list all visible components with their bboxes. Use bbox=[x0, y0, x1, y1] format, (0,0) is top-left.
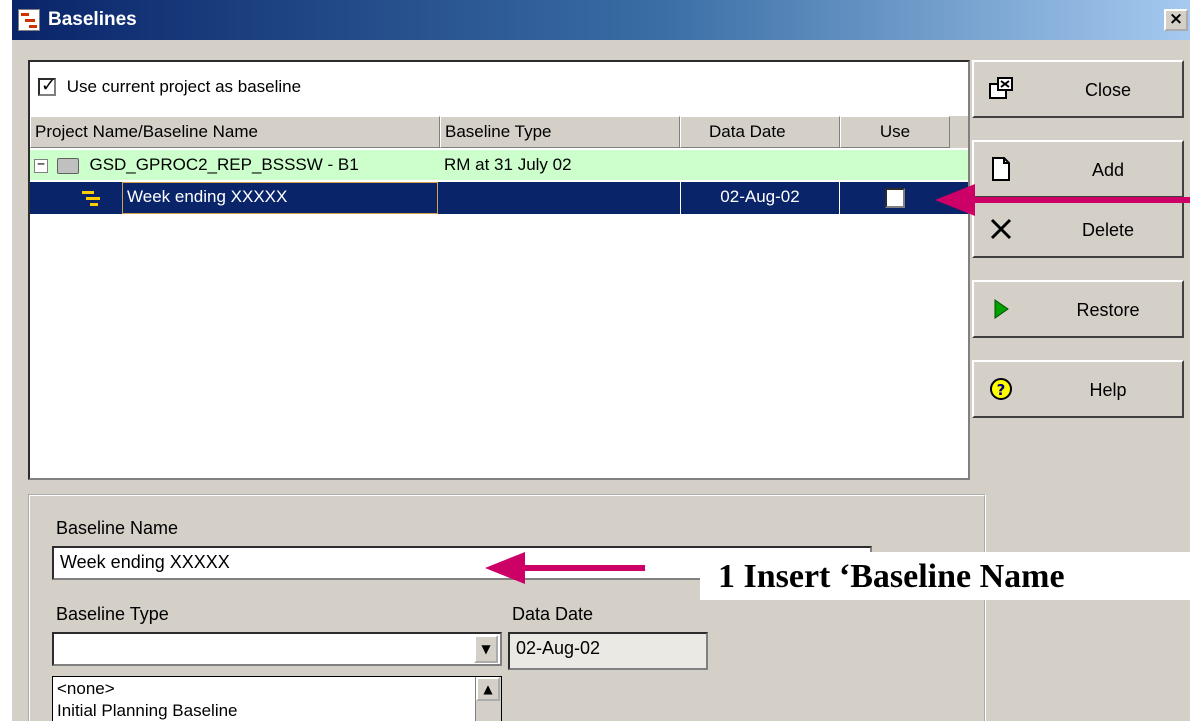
dropdown-scrollbar[interactable]: ▲ bbox=[475, 677, 501, 721]
dropdown-option-initial-planning[interactable]: Initial Planning Baseline bbox=[57, 701, 238, 721]
baseline-row-selected[interactable]: Week ending XXXXX 02-Aug-02 bbox=[30, 182, 968, 214]
help-button[interactable]: ? Help bbox=[972, 360, 1184, 418]
pointer-arrow-to-use-checkbox bbox=[935, 184, 1190, 216]
scroll-up-icon[interactable]: ▲ bbox=[476, 677, 500, 701]
use-current-project-label: Use current project as baseline bbox=[66, 76, 302, 96]
title-bar[interactable]: Baselines × bbox=[12, 0, 1190, 40]
column-header-row: Project Name/Baseline Name Baseline Type… bbox=[30, 116, 968, 148]
baselines-list-panel: Use current project as baseline Project … bbox=[28, 60, 970, 480]
data-date-label: Data Date bbox=[512, 604, 594, 624]
close-button-label: Close bbox=[1084, 80, 1132, 100]
baselines-app-icon bbox=[18, 9, 40, 31]
help-button-label: Help bbox=[1089, 380, 1127, 400]
title-close-button[interactable]: × bbox=[1164, 9, 1188, 31]
use-cell bbox=[840, 182, 950, 214]
project-name: GSD_GPROC2_REP_BSSSW - B1 bbox=[89, 155, 359, 174]
collapse-icon[interactable]: − bbox=[34, 158, 48, 173]
delete-button-label: Delete bbox=[1081, 220, 1135, 240]
column-header-name[interactable]: Project Name/Baseline Name bbox=[30, 116, 440, 148]
baseline-type-select[interactable] bbox=[52, 632, 502, 666]
column-header-data-date[interactable]: Data Date bbox=[680, 116, 840, 148]
dropdown-option-none[interactable]: <none> bbox=[57, 679, 115, 699]
baseline-type-dropdown-list: <none> Initial Planning Baseline ▲ bbox=[52, 676, 502, 721]
gantt-baseline-icon bbox=[80, 182, 112, 214]
baselines-window: Baselines × Use current project as basel… bbox=[10, 0, 1190, 721]
project-baseline-type: RM at 31 July 02 bbox=[444, 155, 572, 174]
help-icon: ? bbox=[988, 376, 1014, 402]
pointer-arrow-to-baseline-name bbox=[485, 552, 645, 584]
use-current-project-checkbox[interactable] bbox=[38, 75, 56, 96]
svg-text:?: ? bbox=[997, 381, 1006, 399]
baseline-details-panel: Baseline Name Week ending XXXXX Baseline… bbox=[28, 494, 986, 721]
close-window-icon bbox=[988, 76, 1014, 102]
instruction-annotation: 1 Insert ‘Baseline Name bbox=[700, 552, 1190, 600]
column-header-use[interactable]: Use bbox=[840, 116, 950, 148]
use-current-project-option[interactable]: Use current project as baseline bbox=[38, 75, 302, 102]
window-title: Baselines bbox=[48, 9, 137, 30]
play-arrow-icon bbox=[988, 296, 1014, 322]
baseline-type-label: Baseline Type bbox=[56, 604, 169, 624]
column-header-baseline-type[interactable]: Baseline Type bbox=[440, 116, 680, 148]
restore-button[interactable]: Restore bbox=[972, 280, 1184, 338]
close-button[interactable]: Close bbox=[972, 60, 1184, 118]
baseline-name-label: Baseline Name bbox=[56, 518, 179, 538]
project-group-row[interactable]: − GSD_GPROC2_REP_BSSSW - B1 RM at 31 Jul… bbox=[30, 150, 968, 180]
data-date-field: 02-Aug-02 bbox=[508, 632, 708, 670]
project-name-cell: − GSD_GPROC2_REP_BSSSW - B1 bbox=[30, 150, 440, 180]
restore-button-label: Restore bbox=[1076, 300, 1140, 320]
use-baseline-checkbox[interactable] bbox=[885, 187, 905, 208]
folder-icon bbox=[56, 157, 79, 174]
data-date-cell: 02-Aug-02 bbox=[680, 182, 840, 214]
baseline-type-cell bbox=[440, 182, 680, 214]
chevron-down-icon[interactable]: ▼ bbox=[474, 635, 498, 663]
baseline-name-cell[interactable]: Week ending XXXXX bbox=[122, 182, 438, 214]
